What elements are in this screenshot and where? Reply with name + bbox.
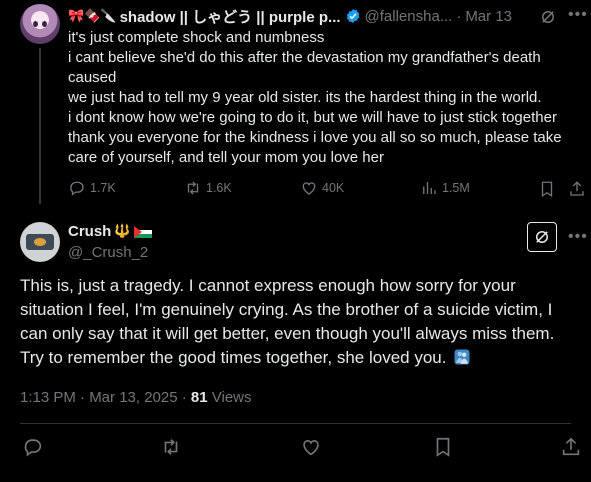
post-meta: 1:13 PM · Mar 13, 2025 · 81 Views [20, 389, 252, 406]
post-line: it's just complete shock and numbness [68, 29, 325, 46]
avatar-eye [33, 21, 38, 27]
avatar[interactable] [20, 222, 60, 262]
palestine-flag-icon [133, 225, 152, 238]
post-actions: 1.7K 1.6K 40K 1.5M [68, 179, 584, 201]
post-line: i dont know how we're going to do it, bu… [68, 109, 557, 126]
verified-badge-icon [346, 9, 359, 23]
display-name-row: Crush 🔱 [68, 223, 152, 240]
post-header: 🎀🍫🔪 shadow || しゃどう || purple p... @falle… [68, 6, 581, 26]
like-button[interactable]: 40K [300, 179, 344, 197]
reply-count: 1.7K [90, 181, 116, 195]
views-button[interactable]: 1.5M [420, 179, 470, 197]
reply-icon[interactable] [22, 436, 44, 458]
parent-post[interactable]: 🎀🍫🔪 shadow || しゃどう || purple p... @falle… [0, 0, 591, 212]
avatar-image [34, 238, 46, 246]
avatar[interactable] [20, 4, 60, 44]
views-icon [423, 182, 436, 194]
repost-icon [187, 181, 199, 195]
display-name[interactable]: Crush [68, 223, 111, 240]
repost-button[interactable]: 1.6K [184, 179, 232, 197]
repost-icon[interactable] [160, 436, 182, 458]
grok-button[interactable] [527, 222, 557, 252]
bookmark-icon[interactable] [432, 436, 454, 458]
thread-line [39, 48, 41, 204]
focused-reply-post: Crush 🔱 @_Crush_2 ••• This is, just a tr… [0, 212, 591, 482]
views-count: 1.5M [442, 181, 470, 195]
like-count: 40K [322, 181, 345, 195]
post-date[interactable]: Mar 13 [465, 8, 512, 25]
reply-text: This is, just a tragedy. I cannot expres… [20, 274, 580, 370]
reply-body: This is, just a tragedy. I cannot expres… [20, 276, 555, 367]
reply-button[interactable]: 1.7K [68, 179, 116, 197]
share-icon[interactable] [560, 436, 582, 458]
handle[interactable]: @fallensha... [365, 8, 453, 25]
post-line: i cant believe she'd do this after the d… [68, 49, 541, 86]
post-line: we just had to tell my 9 year old sister… [68, 89, 542, 106]
display-name[interactable]: shadow || しゃどう || purple p... [120, 6, 341, 27]
views-label: Views [207, 389, 252, 406]
view-count: 81 [190, 389, 208, 406]
more-icon[interactable]: ••• [568, 6, 588, 24]
share-icon[interactable] [568, 180, 586, 198]
grok-icon [536, 231, 548, 243]
separator: · [456, 7, 462, 25]
handle[interactable]: @_Crush_2 [68, 244, 148, 261]
grok-icon[interactable] [539, 8, 557, 26]
name-emojis: 🎀🍫🔪 [68, 8, 117, 24]
bookmark-icon[interactable] [538, 180, 556, 198]
like-icon [302, 182, 316, 195]
avatar-eye [42, 21, 47, 27]
timestamp[interactable]: 1:13 PM · Mar 13, 2025 · [20, 389, 191, 406]
hug-emoji-icon [454, 349, 470, 365]
post-text: it's just complete shock and numbness i … [68, 28, 580, 168]
divider [20, 423, 571, 424]
reply-actions [20, 434, 580, 462]
more-icon[interactable]: ••• [568, 228, 588, 246]
reply-icon [70, 181, 84, 196]
name-emoji: 🔱 [114, 224, 131, 239]
like-icon[interactable] [300, 436, 322, 458]
repost-count: 1.6K [206, 181, 232, 195]
post-line: thank you everyone for the kindness i lo… [68, 129, 562, 166]
